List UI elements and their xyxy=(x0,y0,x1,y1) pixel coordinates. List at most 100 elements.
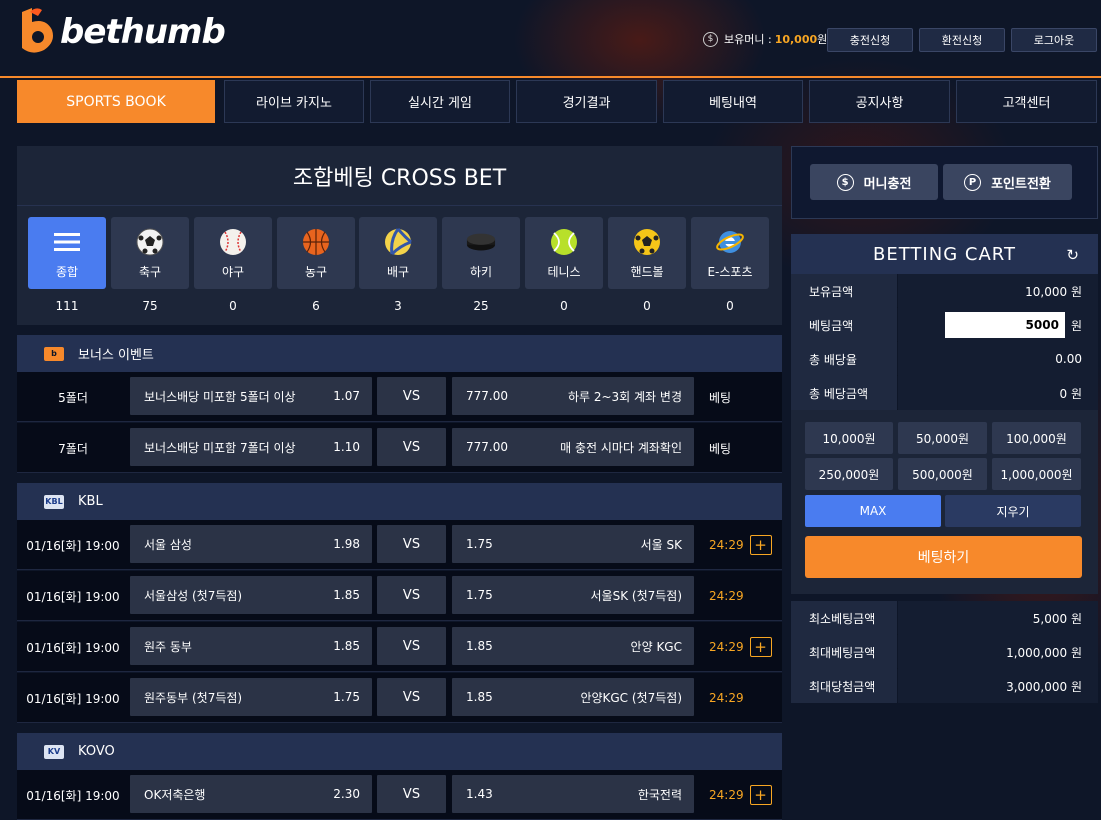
away-name: 한국전력 xyxy=(637,787,682,802)
home-odd-button[interactable]: 보너스배당 미포함 7폴더 이상 1.10 xyxy=(130,428,372,466)
sport-tab-basketball[interactable]: 농구 xyxy=(277,217,355,289)
away-name: 매 충전 시마다 계좌확인 xyxy=(560,440,682,455)
away-odd-button[interactable]: 777.00 매 충전 시마다 계좌확인 xyxy=(452,428,694,466)
sport-tab-all[interactable]: 종합 xyxy=(28,217,106,289)
logout-button[interactable]: 로그아웃 xyxy=(1011,28,1097,52)
home-odd: 1.98 xyxy=(333,537,360,551)
amount-button-250000[interactable]: 250,000원 xyxy=(805,458,893,490)
max-button[interactable]: MAX xyxy=(805,495,941,527)
charge-panel: $ 머니충전 P 포인트전환 xyxy=(791,146,1098,219)
handball-icon xyxy=(632,227,662,257)
amount-button-500000[interactable]: 500,000원 xyxy=(898,458,987,490)
point-icon: P xyxy=(964,173,982,191)
away-odd-button[interactable]: 1.43 한국전력 xyxy=(452,775,694,813)
nav-bet-history[interactable]: 베팅내역 xyxy=(663,80,803,123)
home-odd: 2.30 xyxy=(333,787,360,801)
deposit-request-button[interactable]: 충전신청 xyxy=(827,28,913,52)
away-odd-button[interactable]: 777.00 하루 2~3회 계좌 변경 xyxy=(452,377,694,415)
point-convert-button[interactable]: P 포인트전환 xyxy=(943,164,1072,200)
home-name: 원주 동부 xyxy=(144,639,192,654)
vs-button[interactable]: VS xyxy=(377,775,446,813)
home-odd: 1.85 xyxy=(333,639,360,653)
section-title: KBL xyxy=(78,494,103,509)
money-charge-button[interactable]: $ 머니충전 xyxy=(810,164,938,200)
vs-button[interactable]: VS xyxy=(377,428,446,466)
folder-label: 7폴더 xyxy=(58,441,88,456)
sport-tab-tennis[interactable]: 테니스 xyxy=(525,217,603,289)
nav-notice[interactable]: 공지사항 xyxy=(809,80,950,123)
clear-button[interactable]: 지우기 xyxy=(945,495,1081,527)
dollar-icon: $ xyxy=(836,173,854,191)
nav-results[interactable]: 경기결과 xyxy=(516,80,657,123)
cart-row-value: 10,000 원 xyxy=(898,274,1098,308)
home-odd-button[interactable]: 서울삼성 (첫7득점) 1.85 xyxy=(130,576,372,614)
home-odd-button[interactable]: 원주 동부 1.85 xyxy=(130,627,372,665)
vs-button[interactable]: VS xyxy=(377,627,446,665)
baseball-icon xyxy=(218,227,248,257)
vs-button[interactable]: VS xyxy=(377,576,446,614)
countdown: 24:29 + xyxy=(709,770,772,820)
more-markets-button[interactable]: + xyxy=(749,785,772,805)
table-row: 01/16[화] 19:00 OK저축은행 2.30 VS 1.43 한국전력 … xyxy=(17,770,782,820)
vs-button[interactable]: VS xyxy=(377,377,446,415)
nav-realtime-game[interactable]: 실시간 게임 xyxy=(370,80,510,123)
withdraw-request-button[interactable]: 환전신청 xyxy=(919,28,1005,52)
home-odd: 1.85 xyxy=(333,588,360,602)
sport-tab-hockey[interactable]: 하키 xyxy=(442,217,520,289)
sport-tab-soccer[interactable]: 축구 xyxy=(111,217,189,289)
tennis-ball-icon xyxy=(549,227,579,257)
away-odd-button[interactable]: 1.85 안양 KGC xyxy=(452,627,694,665)
bethumb-logo-icon xyxy=(16,8,56,54)
nav-live-casino[interactable]: 라이브 카지노 xyxy=(224,80,364,123)
limit-label: 최소베팅금액 xyxy=(791,601,897,635)
sport-label: 핸드볼 xyxy=(630,265,664,279)
home-odd-button[interactable]: OK저축은행 2.30 xyxy=(130,775,372,813)
sport-count-volleyball: 3 xyxy=(394,299,402,313)
away-odd-button[interactable]: 1.85 안양KGC (첫7득점) xyxy=(452,678,694,716)
countdown: 24:29 xyxy=(709,571,744,621)
wallet-amount: 10,000 xyxy=(774,32,818,46)
home-odd-button[interactable]: 보너스배당 미포함 5폴더 이상 1.07 xyxy=(130,377,372,415)
vs-button[interactable]: VS xyxy=(377,678,446,716)
logo[interactable]: bethumb xyxy=(16,8,226,54)
away-odd: 777.00 xyxy=(466,440,508,454)
sport-count-baseball: 0 xyxy=(229,299,237,313)
home-odd: 1.75 xyxy=(333,690,360,704)
sport-label: 배구 xyxy=(386,265,410,279)
amount-button-100000[interactable]: 100,000원 xyxy=(992,422,1081,454)
sport-count-soccer: 75 xyxy=(142,299,158,313)
cart-row-bet-amount: 베팅금액 원 xyxy=(791,308,1098,342)
away-odd-button[interactable]: 1.75 서울 SK xyxy=(452,525,694,563)
brand-name: bethumb xyxy=(60,12,226,52)
countdown: 24:29 + xyxy=(709,520,772,570)
cart-row-label: 총 배당율 xyxy=(791,342,897,376)
bethumb-logo-icon: b xyxy=(44,346,64,361)
amount-button-50000[interactable]: 50,000원 xyxy=(898,422,987,454)
amount-button-10000[interactable]: 10,000원 xyxy=(805,422,893,454)
table-row: 7폴더 보너스배당 미포함 7폴더 이상 1.10 VS 777.00 매 충전… xyxy=(17,423,782,473)
sport-tab-baseball[interactable]: 야구 xyxy=(194,217,272,289)
sport-tab-volleyball[interactable]: 배구 xyxy=(359,217,437,289)
countdown-text: 24:29 xyxy=(709,538,744,552)
wallet-balance: $ 보유머니 : 10,000 원 xyxy=(703,31,827,47)
home-odd-button[interactable]: 서울 삼성 1.98 xyxy=(130,525,372,563)
betting-cart-header: BETTING CART ↻ xyxy=(791,234,1098,274)
sport-tab-handball[interactable]: 핸드볼 xyxy=(608,217,686,289)
nav-customer-center[interactable]: 고객센터 xyxy=(956,80,1097,123)
away-odd: 1.75 xyxy=(466,588,493,602)
refresh-icon[interactable]: ↻ xyxy=(1066,246,1080,264)
home-name: 원주동부 (첫7득점) xyxy=(144,690,243,705)
away-odd: 777.00 xyxy=(466,389,508,403)
nav-sports-book[interactable]: SPORTS BOOK xyxy=(17,80,215,123)
bet-label: 베팅 xyxy=(709,390,732,405)
place-bet-button[interactable]: 베팅하기 xyxy=(805,536,1082,578)
vs-button[interactable]: VS xyxy=(377,525,446,563)
home-odd-button[interactable]: 원주동부 (첫7득점) 1.75 xyxy=(130,678,372,716)
more-markets-button[interactable]: + xyxy=(749,637,772,657)
bet-amount-input[interactable] xyxy=(944,312,1065,338)
more-markets-button[interactable]: + xyxy=(749,535,772,555)
bet-amount-unit: 원 xyxy=(1070,318,1082,333)
away-odd-button[interactable]: 1.75 서울SK (첫7득점) xyxy=(452,576,694,614)
amount-button-1000000[interactable]: 1,000,000원 xyxy=(992,458,1081,490)
sport-tab-esports[interactable]: E-스포츠 xyxy=(691,217,769,289)
